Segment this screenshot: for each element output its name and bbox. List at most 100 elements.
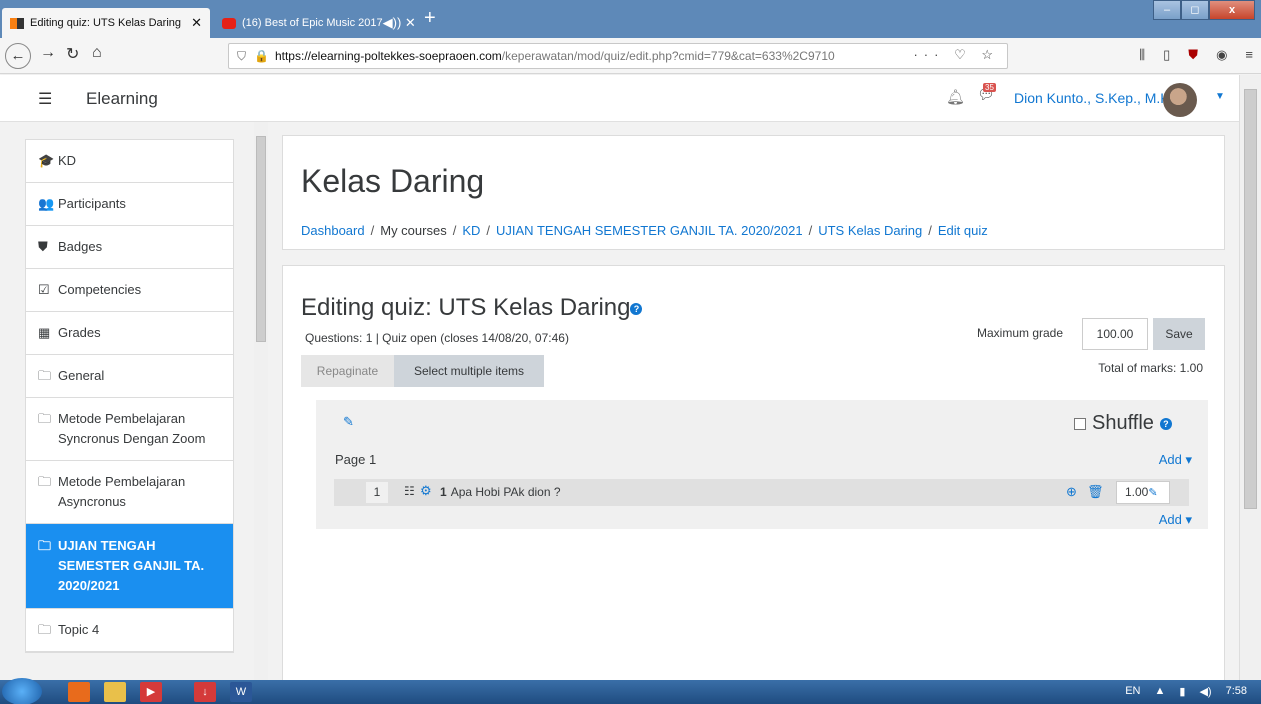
help-icon[interactable]: ?: [1159, 417, 1172, 430]
browser-tabstrip: Editing quiz: UTS Kelas Daring ✕ (16) Be…: [0, 0, 1261, 38]
forward-button[interactable]: →: [40, 44, 56, 62]
users-icon: 👥: [38, 196, 55, 211]
close-tab-icon[interactable]: ◀)) ✕: [383, 15, 416, 31]
sidebar-item-async[interactable]: 🗀 Metode Pembelajaran Asyncronus: [26, 461, 233, 524]
scrollbar-thumb[interactable]: [256, 136, 266, 342]
window-controls: – ◻ x: [1153, 0, 1255, 20]
page-actions[interactable]: ··· ♡ ☆: [913, 47, 999, 63]
folder-icon: 🗀: [38, 622, 52, 637]
question-mark-value: 1.00: [1125, 485, 1149, 499]
media-player-icon[interactable]: ▶: [140, 682, 162, 702]
select-multiple-button[interactable]: Select multiple items: [394, 355, 544, 387]
sidebar-item-participants[interactable]: 👥 Participants: [26, 183, 233, 226]
sidebar-item-label: UJIAN TENGAH SEMESTER GANJIL TA. 2020/20…: [58, 538, 205, 593]
minimize-button[interactable]: –: [1153, 0, 1181, 20]
sidebar-item-badges[interactable]: ⛊ Badges: [26, 226, 233, 269]
start-button[interactable]: [2, 678, 42, 704]
edit-mark-pencil-icon[interactable]: ✎: [1148, 487, 1157, 499]
sidebar-item-topic4[interactable]: 🗀 Topic 4: [26, 609, 233, 652]
account-icon[interactable]: ◉: [1216, 47, 1227, 63]
drawer-scrollbar[interactable]: [254, 122, 268, 680]
user-name[interactable]: Dion Kunto., S.Kep., M.Kep: [1014, 90, 1185, 106]
folder-icon: 🗀: [38, 411, 52, 426]
gear-icon[interactable]: ⚙: [420, 483, 432, 499]
breadcrumb-dashboard[interactable]: Dashboard: [301, 223, 365, 238]
browser-navbar: ← → ↻ ⌂ ⛉ 🔒 https://elearning-poltekkes-…: [0, 38, 1261, 74]
sidebar-item-general[interactable]: 🗀 General: [26, 355, 233, 398]
home-button[interactable]: ⌂: [92, 44, 102, 62]
breadcrumb-quiz[interactable]: UTS Kelas Daring: [818, 223, 922, 238]
help-icon[interactable]: ?: [630, 302, 643, 315]
sidebar-item-label: Competencies: [58, 282, 142, 297]
drawer-toggle-icon[interactable]: ☰: [38, 89, 52, 109]
library-icon[interactable]: ⫼: [1139, 47, 1145, 63]
word-icon[interactable]: W: [230, 682, 252, 702]
chevron-down-icon[interactable]: ▼: [1215, 91, 1225, 102]
explorer-folder-icon[interactable]: [104, 682, 126, 702]
add-question-menu[interactable]: Add ▾: [1159, 452, 1192, 468]
question-number: 1: [440, 485, 447, 499]
quiz-heading-text: Editing quiz: UTS Kelas Daring: [301, 294, 631, 321]
sidebar-item-sync[interactable]: 🗀 Metode Pembelajaran Syncronus Dengan Zo…: [26, 398, 233, 461]
network-icon[interactable]: ▮: [1179, 685, 1185, 698]
sidebar-item-label: Badges: [58, 239, 103, 254]
breadcrumb-section[interactable]: UJIAN TENGAH SEMESTER GANJIL TA. 2020/20…: [496, 223, 803, 238]
sidebar-item-grades[interactable]: ▦ Grades: [26, 312, 233, 355]
browser-tab-quiz[interactable]: Editing quiz: UTS Kelas Daring ✕: [2, 8, 210, 38]
preview-zoom-icon[interactable]: ⊕: [1066, 484, 1077, 500]
question-slot: 1 ☷ ⚙ 1 Apa Hobi PAk dion ? ⊕ 🗑︎ 1.00✎: [334, 479, 1189, 506]
avatar[interactable]: [1163, 83, 1197, 117]
course-nav-list: 🎓 KD 👥 Participants ⛊ Badges ☑ Competencies …: [25, 139, 234, 653]
sidebar-item-competencies[interactable]: ☑ Competencies: [26, 269, 233, 312]
tab-title: Editing quiz: UTS Kelas Daring: [30, 17, 182, 29]
back-button[interactable]: ←: [5, 43, 31, 69]
site-brand[interactable]: Elearning: [86, 89, 158, 109]
shuffle-checkbox[interactable]: [1074, 417, 1086, 430]
question-title[interactable]: 1 Apa Hobi PAk dion ?: [440, 485, 561, 499]
page-scrollbar[interactable]: [1239, 75, 1261, 680]
firefox-icon[interactable]: [68, 682, 90, 702]
clock[interactable]: 7:58: [1226, 685, 1247, 698]
breadcrumb-separator: /: [928, 223, 932, 238]
site-header: ☰ Elearning 🔔︎ 💬︎ 35 Dion Kunto., S.Kep.…: [0, 75, 1239, 122]
youtube-favicon-icon: [222, 17, 236, 29]
shuffle-label: Shuffle: [1092, 412, 1154, 434]
volume-icon[interactable]: ◀): [1199, 685, 1211, 698]
sidebar-item-kd[interactable]: 🎓 KD: [26, 140, 233, 183]
download-icon[interactable]: ↓: [194, 682, 216, 702]
save-button[interactable]: Save: [1153, 318, 1205, 350]
browser-tab-music[interactable]: (16) Best of Epic Music 2017 ◀)) ✕: [214, 8, 416, 38]
sidebar-item-label: General: [58, 368, 105, 383]
url-bar[interactable]: ⛉ 🔒 https://elearning-poltekkes-soepraoe…: [228, 43, 1008, 69]
scrollbar-thumb[interactable]: [1244, 89, 1257, 509]
max-grade-input[interactable]: 100.00: [1082, 318, 1148, 350]
reload-button[interactable]: ↻: [66, 44, 79, 64]
breadcrumb-edit-quiz[interactable]: Edit quiz: [938, 223, 988, 238]
question-mark-field[interactable]: 1.00✎: [1116, 481, 1170, 504]
folder-icon: 🗀: [38, 474, 52, 489]
close-tab-icon[interactable]: ✕: [191, 15, 202, 31]
add-question-menu[interactable]: Add ▾: [1159, 512, 1192, 528]
new-tab-button[interactable]: +: [424, 7, 436, 30]
url-host: https://elearning-poltekkes-soepraoen.co…: [274, 49, 502, 63]
question-text: Apa Hobi PAk dion ?: [450, 485, 561, 499]
breadcrumb-separator: /: [808, 223, 813, 238]
close-window-button[interactable]: x: [1209, 0, 1255, 20]
sidebar-icon[interactable]: ▯: [1163, 47, 1170, 63]
tray-arrow-icon[interactable]: ▲: [1155, 685, 1166, 698]
windows-taskbar: ▶ ↓ W EN ▲ ▮ ◀) 7:58: [0, 678, 1261, 704]
maximize-button[interactable]: ◻: [1181, 0, 1209, 20]
ublock-icon[interactable]: ⛊: [1188, 47, 1198, 63]
trash-icon[interactable]: 🗑︎: [1087, 484, 1104, 500]
notification-bell-icon[interactable]: 🔔︎: [946, 88, 965, 106]
messages-count-badge: 35: [983, 83, 996, 92]
language-indicator[interactable]: EN: [1125, 685, 1140, 698]
quiz-heading: Editing quiz: UTS Kelas Daring?: [301, 294, 643, 322]
sidebar-item-uts[interactable]: 🗀 UJIAN TENGAH SEMESTER GANJIL TA. 2020/2…: [26, 524, 233, 609]
table-icon: ▦: [38, 325, 51, 340]
menu-icon[interactable]: ≡: [1245, 47, 1253, 63]
breadcrumb-kd[interactable]: KD: [462, 223, 480, 238]
breadcrumb-separator: /: [486, 223, 491, 238]
edit-section-pencil-icon[interactable]: ✎: [343, 414, 354, 430]
repaginate-button: Repaginate: [301, 355, 394, 387]
